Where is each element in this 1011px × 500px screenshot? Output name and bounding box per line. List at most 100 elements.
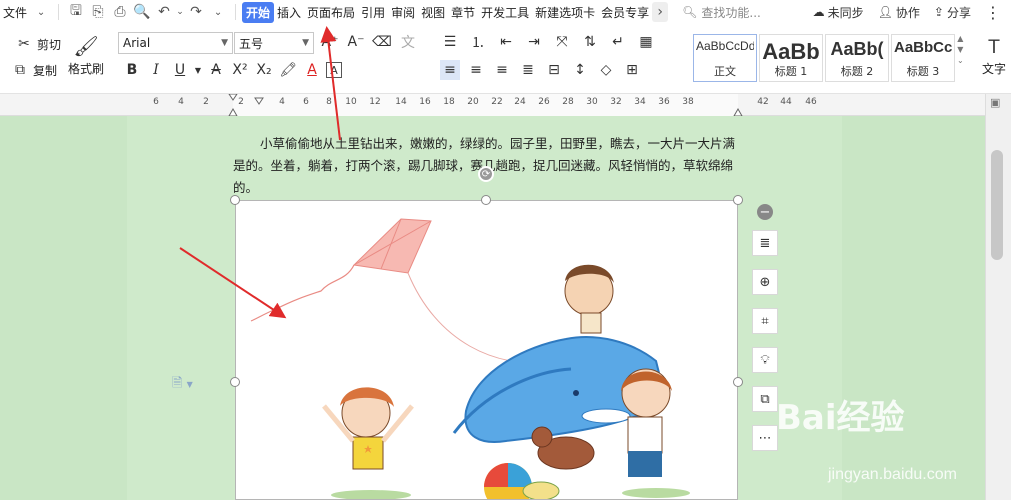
resize-handle-e[interactable]	[733, 377, 743, 387]
export-icon[interactable]: ⎘	[87, 2, 109, 22]
file-menu[interactable]: 文件	[0, 4, 30, 21]
tab-insert[interactable]: 插入	[274, 4, 304, 21]
cut-button[interactable]: ✂ 剪切	[14, 34, 61, 54]
scissors-icon: ✂	[18, 36, 30, 52]
scroll-thumb[interactable]	[991, 150, 1003, 260]
tab-member[interactable]: 会员专享	[598, 4, 652, 21]
style-sample: AaBbCcDd	[696, 39, 754, 53]
borders-icon[interactable]: ⊞	[622, 60, 642, 80]
first-line-indent-marker[interactable]	[228, 94, 238, 101]
clear-format-icon[interactable]: ⌫	[372, 32, 392, 52]
style-scroll-up-icon[interactable]: ▲	[957, 34, 963, 43]
align-right-icon[interactable]: ≡	[492, 60, 512, 80]
chevron-down-icon[interactable]: ⌄	[30, 2, 52, 22]
style-heading-2[interactable]: AaBb( 标题 2	[825, 34, 889, 82]
print-icon[interactable]: ⎙	[109, 2, 131, 22]
collab-button[interactable]: 👤︎ 协作	[878, 4, 920, 21]
resize-handle-nw[interactable]	[230, 195, 240, 205]
tab-stop-marker[interactable]	[254, 97, 264, 105]
style-scroll-down-icon[interactable]: ▼	[957, 45, 963, 54]
tab-view[interactable]: 视图	[418, 4, 448, 21]
distribute-icon[interactable]: ⊟	[544, 60, 564, 80]
resize-handle-ne[interactable]	[733, 195, 743, 205]
baidu-watermark: Bai经验 jingyan.baidu.com	[776, 390, 1011, 500]
copy-icon: ⧉	[15, 62, 25, 78]
kids-illustration	[250, 218, 690, 499]
style-heading-3[interactable]: AaBbCcI 标题 3	[891, 34, 955, 82]
sort-icon[interactable]: ⇅	[580, 32, 600, 52]
phonetic-icon[interactable]: 文	[398, 32, 418, 52]
sync-label: 未同步	[827, 5, 864, 20]
tab-home[interactable]: 开始	[242, 1, 275, 23]
horizontal-ruler[interactable]: 6 4 2 2 4 6 8 10 12 14 16 18 20 22 24 26…	[0, 94, 1011, 116]
text-tool-button[interactable]: Ｔ 文字	[982, 32, 1006, 77]
tab-developer[interactable]: 开发工具	[478, 4, 532, 21]
decrease-indent-icon[interactable]: ⇤	[496, 32, 516, 52]
char-border-icon[interactable]: A	[326, 62, 342, 78]
style-normal[interactable]: AaBbCcDd 正文	[693, 34, 757, 82]
hanging-indent-marker[interactable]	[228, 107, 238, 116]
rotate-handle[interactable]: ⟳	[478, 166, 494, 182]
search-box[interactable]: 🔍︎ 查找功能...	[682, 4, 782, 21]
crop-icon[interactable]: ⌗	[752, 308, 778, 334]
justify-icon[interactable]: ≣	[518, 60, 538, 80]
copy-button[interactable]: ⧉ 复制	[10, 60, 57, 80]
redo-icon[interactable]: ↷	[185, 2, 207, 22]
zoom-image-icon[interactable]: ⊕	[752, 269, 778, 295]
font-size-select[interactable]: 五号 ▼	[234, 32, 314, 54]
show-marks-icon[interactable]: ↵	[608, 32, 628, 52]
increase-indent-icon[interactable]: ⇥	[524, 32, 544, 52]
style-sample: AaBb(	[830, 39, 884, 59]
highlight-icon[interactable]: 🖍︎	[278, 60, 298, 80]
resize-handle-w[interactable]	[230, 377, 240, 387]
format-painter-button[interactable]: 🖌︎ 格式刷	[68, 32, 104, 77]
style-heading-1[interactable]: AaBb 标题 1	[759, 34, 823, 82]
undo-dropdown-icon[interactable]: ⌄	[175, 2, 185, 22]
print-preview-icon[interactable]: 🔍	[131, 2, 153, 22]
font-color-icon[interactable]: A	[302, 60, 322, 80]
tab-references[interactable]: 引用	[358, 4, 388, 21]
chevron-right-icon[interactable]: ›	[652, 2, 669, 22]
tab-new[interactable]: 新建选项卡	[532, 4, 598, 21]
bullet-list-icon[interactable]: ☰	[440, 32, 460, 52]
subscript-icon[interactable]: X₂	[254, 60, 274, 80]
underline-icon[interactable]: U	[170, 60, 190, 80]
align-center-icon[interactable]: ≡	[466, 60, 486, 80]
style-name: 标题 3	[906, 65, 940, 78]
resize-handle-n[interactable]	[481, 195, 491, 205]
inserted-image[interactable]	[235, 200, 738, 500]
strikethrough-icon[interactable]: A	[206, 60, 226, 80]
underline-dropdown-icon[interactable]: ▼	[194, 60, 202, 80]
right-indent-marker[interactable]	[733, 107, 743, 116]
style-more-icon[interactable]: ⌄	[957, 56, 964, 65]
increase-font-icon[interactable]: A⁺	[320, 32, 340, 52]
chinese-layout-icon[interactable]: ⤧	[552, 32, 572, 52]
italic-icon[interactable]: I	[146, 60, 166, 80]
page-nav-icon[interactable]: ▣	[990, 96, 1000, 109]
paragraph-settings-icon[interactable]: 🗎︎ ▼	[172, 374, 193, 396]
save-icon[interactable]: 🖫	[65, 2, 87, 22]
tab-section[interactable]: 章节	[448, 4, 478, 21]
font-name-select[interactable]: Arial ▼	[118, 32, 233, 54]
customize-qa-icon[interactable]: ⌄	[207, 2, 229, 22]
tab-review[interactable]: 审阅	[388, 4, 418, 21]
numbered-list-icon[interactable]: ⒈	[468, 32, 488, 52]
decrease-font-icon[interactable]: A⁻	[346, 32, 366, 52]
more-tools-icon[interactable]: ⋯	[752, 425, 778, 451]
change-image-icon[interactable]: ⧉	[752, 386, 778, 412]
superscript-icon[interactable]: X²	[230, 60, 250, 80]
line-spacing-icon[interactable]: ↕	[570, 60, 590, 80]
shading-icon[interactable]: ◇	[596, 60, 616, 80]
undo-icon[interactable]: ↶	[153, 2, 175, 22]
basket	[522, 481, 560, 499]
more-menu-icon[interactable]: ⋮	[985, 3, 1001, 22]
collapse-tools-icon[interactable]: −	[757, 204, 773, 220]
bold-icon[interactable]: B	[122, 60, 142, 80]
tab-page-layout[interactable]: 页面布局	[304, 4, 358, 21]
align-left-icon[interactable]: ≡	[440, 60, 460, 80]
smart-icon[interactable]: 💡︎	[752, 347, 778, 373]
table-tools-icon[interactable]: ▦	[636, 32, 656, 52]
share-button[interactable]: ⇪ 分享	[934, 4, 971, 21]
sync-button[interactable]: ☁ 未同步	[813, 4, 864, 21]
layout-options-icon[interactable]: ≣	[752, 230, 778, 256]
